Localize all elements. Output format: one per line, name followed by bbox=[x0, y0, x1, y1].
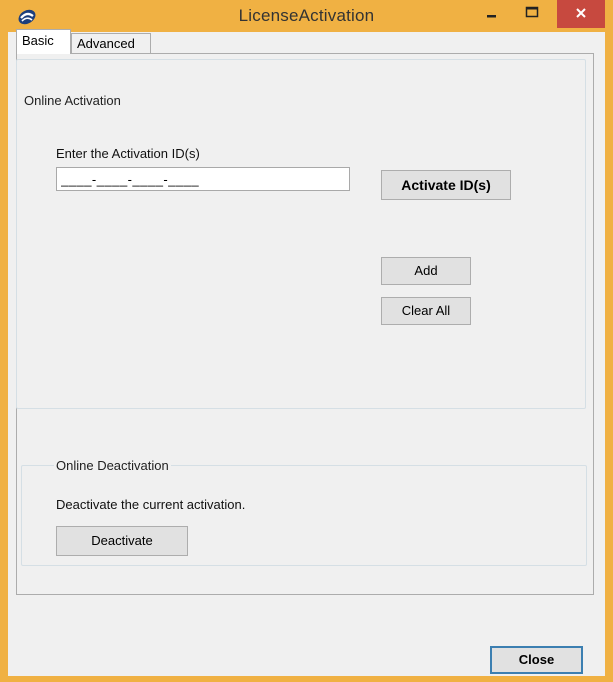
online-activation-title: Online Activation bbox=[22, 93, 123, 108]
maximize-button[interactable] bbox=[516, 0, 560, 28]
license-activation-window: LicenseActivation Basic Advanced Online … bbox=[0, 0, 613, 682]
close-window-button[interactable] bbox=[557, 0, 605, 28]
online-activation-group bbox=[16, 59, 586, 409]
tab-advanced[interactable]: Advanced bbox=[71, 33, 151, 54]
online-deactivation-title: Online Deactivation bbox=[54, 458, 171, 473]
maximize-icon bbox=[525, 6, 539, 18]
tab-basic[interactable]: Basic bbox=[16, 29, 71, 54]
activation-id-input[interactable] bbox=[56, 167, 350, 191]
close-button[interactable]: Close bbox=[490, 646, 583, 674]
activate-ids-button[interactable]: Activate ID(s) bbox=[381, 170, 511, 200]
clear-all-button[interactable]: Clear All bbox=[381, 297, 471, 325]
add-button[interactable]: Add bbox=[381, 257, 471, 285]
title-bar[interactable]: LicenseActivation bbox=[0, 0, 613, 32]
activation-id-label: Enter the Activation ID(s) bbox=[56, 146, 200, 161]
deactivate-button[interactable]: Deactivate bbox=[56, 526, 188, 556]
deactivation-description: Deactivate the current activation. bbox=[56, 497, 246, 512]
close-icon bbox=[576, 8, 586, 18]
